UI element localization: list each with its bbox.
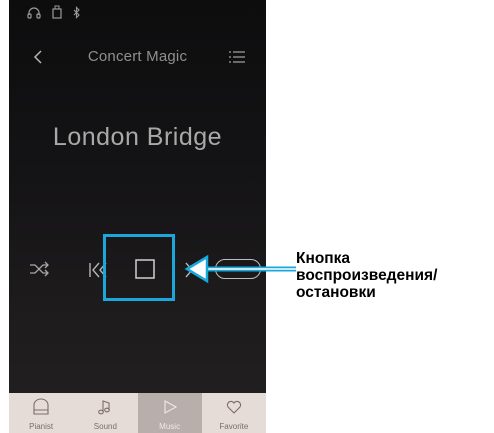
heart-icon (226, 400, 241, 414)
callout-label: Кнопка воспроизведения/ остановки (296, 250, 492, 301)
tab-bar: Pianist Sound Music Favorite (9, 393, 266, 433)
music-note-icon (98, 400, 111, 415)
piano-icon (33, 398, 49, 415)
play-stop-highlight (103, 234, 175, 301)
callout-line: воспроизведения/ (296, 267, 438, 284)
tab-pianist[interactable]: Pianist (9, 393, 73, 433)
tab-label: Pianist (29, 422, 54, 431)
tab-label: Favorite (219, 422, 249, 431)
shuffle-icon[interactable] (29, 260, 51, 278)
headphones-icon (27, 6, 41, 19)
song-title: London Bridge (52, 123, 223, 151)
header-bar: Concert Magic (9, 44, 266, 70)
tab-favorite[interactable]: Favorite (202, 393, 266, 433)
tab-sound[interactable]: Sound (73, 393, 137, 433)
callout-line: остановки (296, 284, 376, 301)
skip-next-icon[interactable] (183, 260, 197, 280)
tab-label: Music (159, 422, 181, 431)
toggle-pill[interactable] (215, 259, 261, 279)
callout-line: Кнопка (296, 250, 351, 267)
tab-music[interactable]: Music (137, 393, 202, 433)
list-icon[interactable] (228, 49, 246, 65)
tab-label: Sound (93, 422, 117, 431)
usb-memory-icon (52, 5, 62, 19)
status-bar (27, 4, 81, 20)
bluetooth-icon (73, 5, 81, 19)
app-screen: Concert Magic London Bridge Pianist Soun… (9, 0, 266, 433)
play-icon (164, 400, 177, 414)
